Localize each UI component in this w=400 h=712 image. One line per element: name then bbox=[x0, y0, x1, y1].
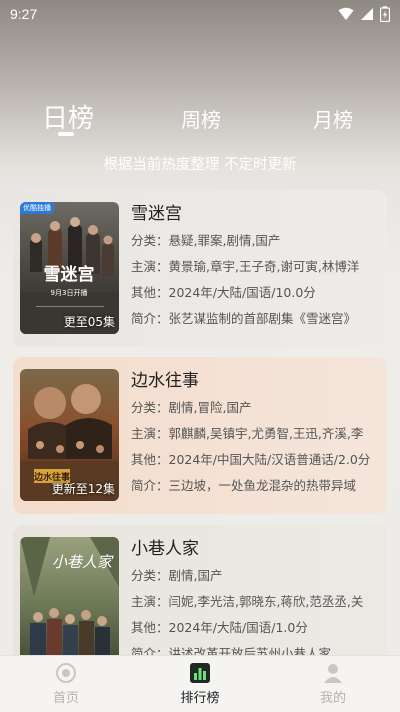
exclusive-tag: 优酷独播 bbox=[20, 202, 54, 214]
item-title: 小巷人家 bbox=[131, 539, 199, 559]
item-genre: 分类：悬疑,罪案,剧情,国产 bbox=[131, 233, 281, 248]
item-cast: 主演：闫妮,李光洁,郭晓东,蒋欣,范丞丞,关 bbox=[131, 594, 364, 609]
poster-image: 边水往事 更新至12集 bbox=[20, 369, 119, 501]
item-genre: 分类：剧情,国产 bbox=[131, 568, 223, 583]
ranking-icon bbox=[190, 663, 210, 683]
item-title: 雪迷宫 bbox=[131, 204, 182, 224]
bottom-navigation: 首页 排行榜 我的 bbox=[0, 655, 400, 712]
nav-ranking-label: 排行榜 bbox=[180, 691, 220, 706]
list-item[interactable]: 雪迷宫 9月3日开播 优酷独播 更至05集 雪迷宫 分类：悬疑,罪案,剧情,国产… bbox=[13, 190, 387, 347]
item-info: 雪迷宫 分类：悬疑,罪案,剧情,国产 主演：黄景瑜,章宇,王子奇,谢可寅,林博洋… bbox=[131, 202, 381, 334]
nav-home[interactable]: 首页 bbox=[26, 656, 106, 712]
list-item[interactable]: 小巷人家 小巷人家 分类：剧情,国产 主演：闫妮,李光洁,郭晓东,蒋欣,范丞丞,… bbox=[13, 525, 387, 665]
poster-title-art: 雪迷宫 bbox=[44, 264, 95, 285]
poster-date: 9月3日开播 bbox=[51, 288, 88, 297]
nav-ranking[interactable]: 排行榜 bbox=[160, 656, 240, 712]
item-other: 其他：2024年/中国大陆/汉语普通话/2.0分 bbox=[131, 452, 371, 467]
status-bar: 9:27 bbox=[0, 0, 400, 28]
nav-mine-label: 我的 bbox=[319, 691, 346, 706]
item-summary: 简介：张艺谋监制的首部剧集《雪迷宫》 bbox=[131, 311, 357, 326]
item-summary: 简介：三边坡，一处鱼龙混杂的热带异域 bbox=[131, 478, 357, 493]
tab-weekly[interactable]: 周榜 bbox=[181, 104, 221, 133]
episode-badge: 更新至12集 bbox=[51, 482, 115, 496]
wifi-icon bbox=[338, 7, 354, 20]
item-info: 小巷人家 分类：剧情,国产 主演：闫妮,李光洁,郭晓东,蒋欣,范丞丞,关 其他：… bbox=[131, 537, 381, 665]
status-time: 9:27 bbox=[10, 6, 38, 22]
item-cast: 主演：黄景瑜,章宇,王子奇,谢可寅,林博洋 bbox=[131, 259, 360, 274]
active-tab-indicator bbox=[58, 132, 74, 136]
battery-icon bbox=[380, 6, 390, 22]
item-other: 其他：2024年/大陆/国语/1.0分 bbox=[131, 620, 308, 635]
item-genre: 分类：剧情,冒险,国产 bbox=[131, 400, 252, 415]
status-icons bbox=[338, 6, 390, 22]
poster-image: 雪迷宫 9月3日开播 优酷独播 更至05集 bbox=[20, 202, 119, 334]
ranking-subtitle: 根据当前热度整理 不定时更新 bbox=[103, 157, 297, 173]
item-other: 其他：2024年/大陆/国语/10.0分 bbox=[131, 285, 316, 300]
signal-icon bbox=[361, 8, 373, 20]
item-info: 边水往事 分类：剧情,冒险,国产 主演：郭麒麟,吴镇宇,尤勇智,王迅,齐溪,李 … bbox=[131, 369, 381, 501]
list-item[interactable]: 边水往事 更新至12集 边水往事 分类：剧情,冒险,国产 主演：郭麒麟,吴镇宇,… bbox=[13, 357, 387, 514]
user-icon bbox=[324, 664, 342, 683]
tab-daily[interactable]: 日榜 bbox=[42, 98, 94, 135]
ranking-tabs: 日榜 周榜 月榜 bbox=[0, 96, 400, 146]
tab-monthly[interactable]: 月榜 bbox=[313, 104, 353, 133]
episode-badge: 更至05集 bbox=[63, 315, 115, 329]
poster-image: 小巷人家 bbox=[20, 537, 119, 665]
item-cast: 主演：郭麒麟,吴镇宇,尤勇智,王迅,齐溪,李 bbox=[131, 426, 364, 441]
nav-home-label: 首页 bbox=[52, 691, 79, 706]
home-icon bbox=[56, 663, 76, 683]
nav-mine[interactable]: 我的 bbox=[293, 656, 373, 712]
poster-title-art: 小巷人家 bbox=[52, 553, 114, 571]
item-title: 边水往事 bbox=[131, 371, 199, 391]
